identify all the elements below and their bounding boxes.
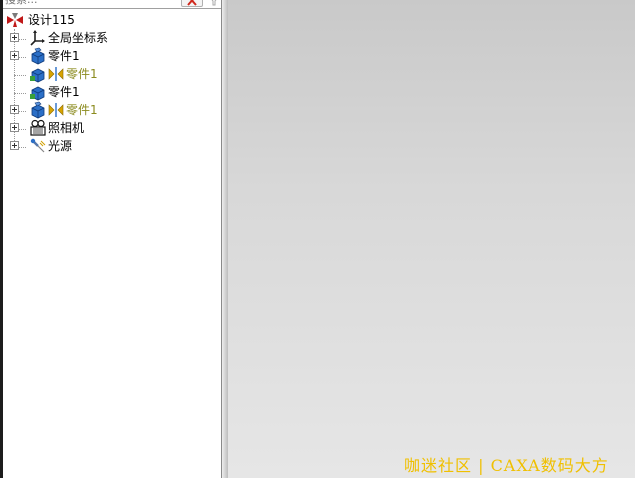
tree-item-mirror-part[interactable]: 零件1 (3, 65, 221, 83)
filter-icon (211, 0, 217, 6)
tree-item-global-coordinates[interactable]: 全局坐标系 (3, 29, 221, 47)
part-icon (30, 68, 45, 83)
part-icon (31, 47, 45, 65)
search-input[interactable] (5, 0, 175, 6)
design-icon (7, 13, 23, 27)
part-icon (31, 101, 45, 119)
app-window: 设计115 全局坐标系 (0, 0, 635, 478)
design-tree-panel: 设计115 全局坐标系 (0, 0, 222, 478)
tree-item-label: 光源 (48, 139, 73, 153)
expand-toggle[interactable] (10, 105, 19, 114)
3d-viewport[interactable] (228, 0, 635, 478)
mirror-icon (48, 67, 64, 81)
tree-item-label: 零件1 (66, 67, 98, 81)
tree-item-label: 零件1 (48, 85, 80, 99)
axes-icon (30, 30, 45, 46)
clear-search-button[interactable] (181, 0, 203, 7)
watermark: 咖迷社区 | CAXA数码大方 (404, 456, 609, 475)
tree-item-label: 零件1 (66, 103, 98, 117)
search-options-button[interactable] (207, 0, 221, 7)
tree-root-design[interactable]: 设计115 (3, 11, 221, 29)
part-icon (30, 86, 45, 101)
light-icon (30, 138, 46, 153)
close-icon (187, 0, 197, 6)
tree-item-label: 照相机 (48, 121, 85, 135)
expand-toggle[interactable] (10, 141, 19, 150)
expand-toggle[interactable] (10, 51, 19, 60)
tree-item-part[interactable]: 零件1 (3, 83, 221, 101)
tree-item-label: 零件1 (48, 49, 80, 63)
search-bar (3, 0, 221, 9)
mirror-icon (48, 103, 64, 117)
expand-toggle[interactable] (10, 123, 19, 132)
tree-item-mirror-part[interactable]: 零件1 (3, 101, 221, 119)
tree-item-camera[interactable]: 照相机 (3, 119, 221, 137)
tree-root-label: 设计115 (28, 13, 75, 27)
tree-item-part[interactable]: 零件1 (3, 47, 221, 65)
expand-toggle[interactable] (10, 33, 19, 42)
tree-item-label: 全局坐标系 (48, 31, 109, 45)
tree-item-light-source[interactable]: 光源 (3, 137, 221, 155)
camera-icon (30, 119, 46, 136)
